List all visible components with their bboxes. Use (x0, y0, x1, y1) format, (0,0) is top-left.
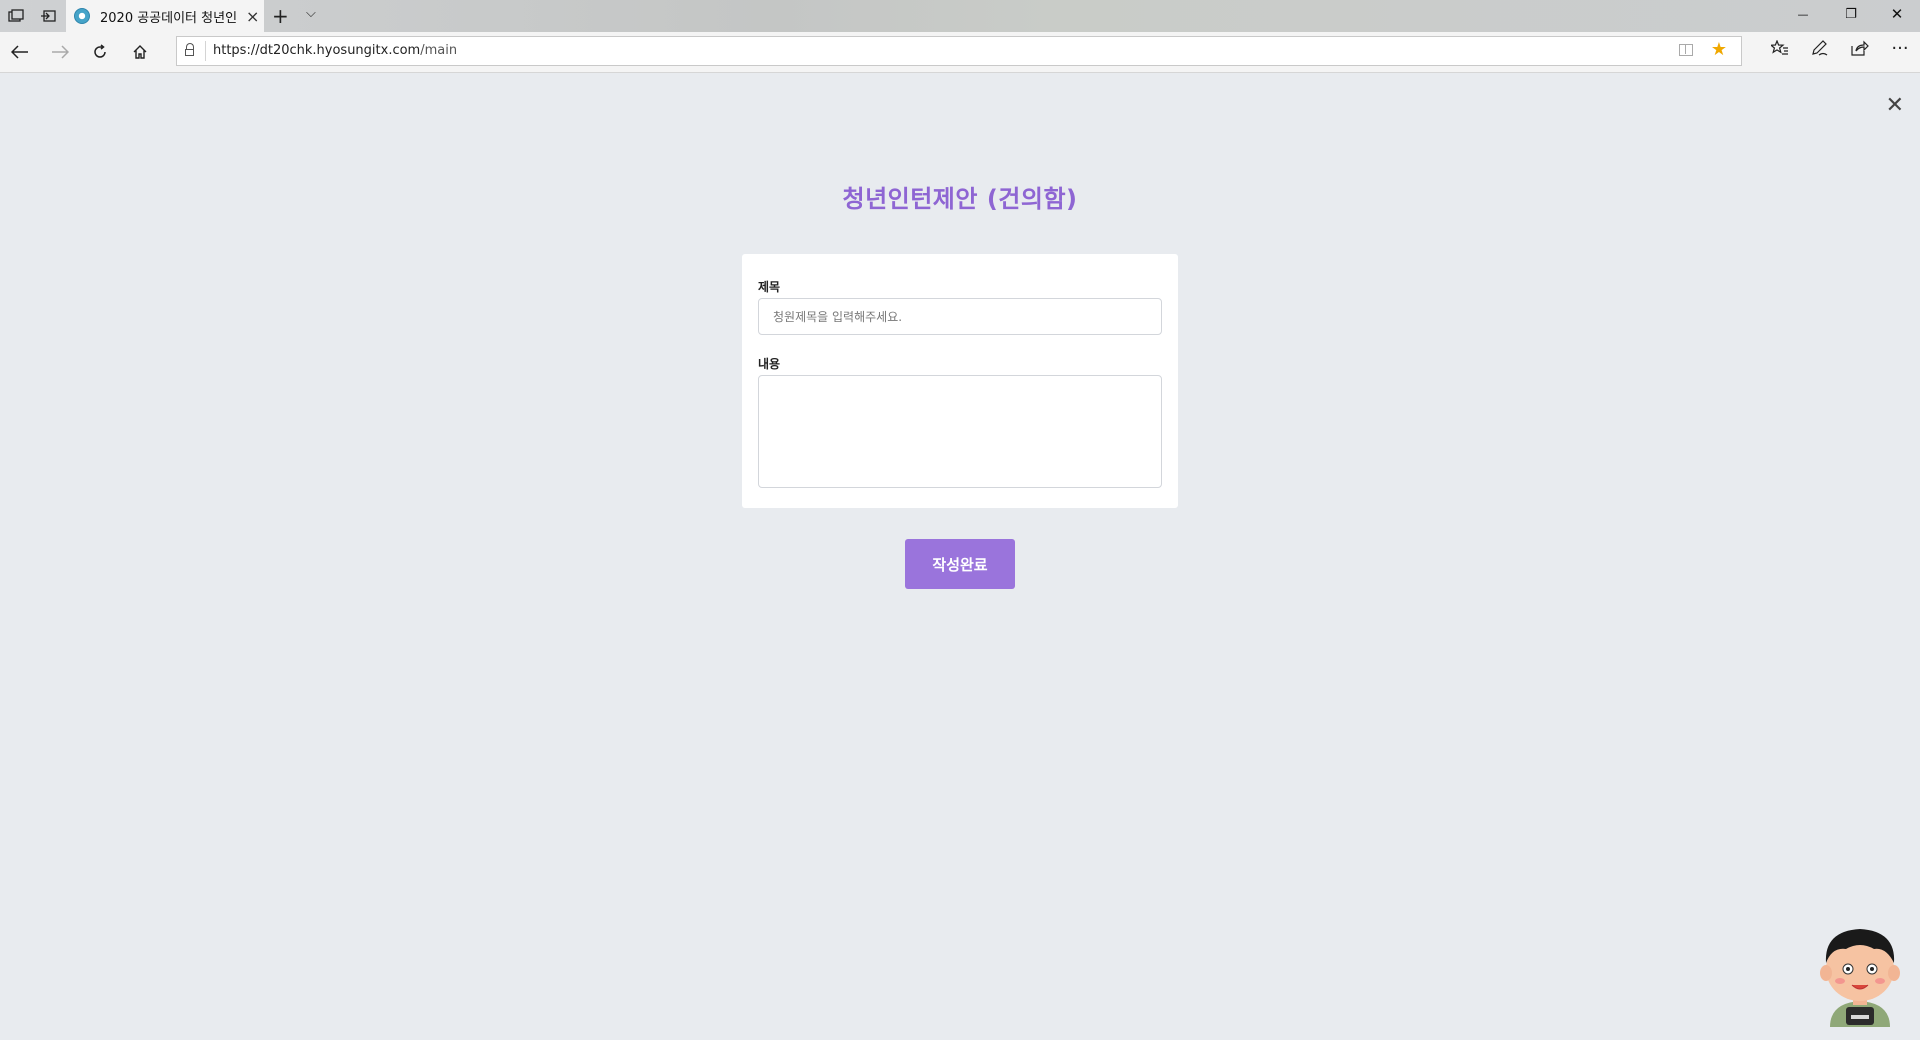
active-tab[interactable]: 2020 공공데이터 청년인 × (66, 0, 264, 32)
content-label: 내용 (758, 357, 781, 371)
lock-icon (185, 43, 195, 56)
minimize-button[interactable]: — (1780, 8, 1826, 21)
url-path: /main (420, 43, 458, 58)
browser-tab-bar: 2020 공공데이터 청년인 × + ⌵ — ❐ ✕ (0, 0, 1920, 32)
subject-label: 제목 (758, 280, 781, 294)
home-button[interactable] (128, 40, 152, 64)
refresh-button[interactable] (88, 40, 112, 64)
submit-button[interactable]: 작성완료 (905, 539, 1015, 589)
window-close-button[interactable]: ✕ (1874, 5, 1920, 23)
back-button[interactable] (8, 40, 32, 64)
tab-close-icon[interactable]: × (246, 7, 259, 26)
pen-annotate-icon[interactable] (1808, 40, 1832, 61)
more-options-icon[interactable]: ··· (1888, 38, 1912, 59)
address-url[interactable]: https://dt20chk.hyosungitx.com/main (213, 43, 457, 58)
tab-list-chevron-icon[interactable]: ⌵ (306, 6, 316, 21)
suggestion-form-card: 제목 내용 (742, 254, 1178, 508)
favorites-hub-icon[interactable] (1768, 39, 1792, 61)
restore-button[interactable]: ❐ (1828, 7, 1874, 22)
tab-actions-icon[interactable] (6, 6, 26, 26)
page-title: 청년인턴제안 (건의함) (842, 185, 1078, 213)
set-aside-tabs-icon[interactable] (38, 6, 58, 26)
page-close-icon[interactable]: ✕ (1886, 93, 1904, 118)
page-body: ✕ 청년인턴제안 (건의함) 제목 내용 작성완료 (0, 73, 1920, 1040)
url-host: https://dt20chk.hyosungitx.com (213, 43, 421, 58)
share-icon[interactable] (1848, 40, 1872, 61)
forward-button[interactable] (48, 40, 72, 64)
address-divider (205, 41, 206, 61)
address-bar[interactable]: https://dt20chk.hyosungitx.com/main ★ (176, 36, 1742, 66)
browser-nav-bar: https://dt20chk.hyosungitx.com/main ★ ··… (0, 32, 1920, 73)
site-favicon-icon (74, 8, 90, 24)
subject-input[interactable] (758, 298, 1162, 335)
favorite-star-icon[interactable]: ★ (1711, 39, 1727, 60)
mascot-character-image[interactable] (1818, 925, 1902, 1027)
new-tab-button[interactable]: + (272, 4, 289, 28)
tab-title: 2020 공공데이터 청년인 (100, 10, 238, 26)
content-textarea[interactable] (758, 375, 1162, 488)
reading-view-icon[interactable] (1679, 44, 1693, 56)
